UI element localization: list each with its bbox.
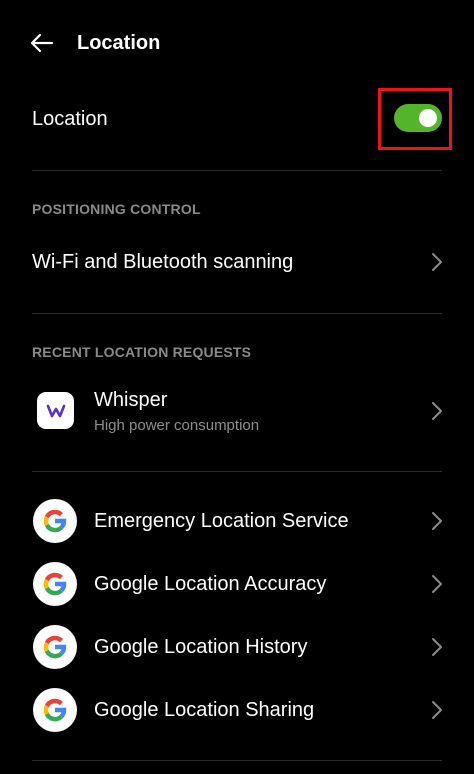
wifi-bluetooth-scanning-item[interactable]: Wi-Fi and Bluetooth scanning xyxy=(0,232,474,292)
arrow-left-icon xyxy=(30,33,54,53)
whisper-subtitle: High power consumption xyxy=(94,417,260,434)
chevron-right-icon xyxy=(432,253,442,271)
whisper-item[interactable]: Whisper High power consumption xyxy=(0,378,474,448)
whisper-app-icon xyxy=(37,392,74,429)
wifi-bluetooth-scanning-label: Wi-Fi and Bluetooth scanning xyxy=(32,251,294,273)
page-title: Location xyxy=(77,32,161,54)
location-toggle-switch[interactable] xyxy=(394,104,442,132)
google-icon xyxy=(33,625,77,669)
back-button[interactable] xyxy=(22,26,62,60)
chevron-right-icon xyxy=(432,402,442,420)
app-header: Location xyxy=(0,0,474,86)
whisper-logo-glyph xyxy=(46,404,65,417)
google-location-history-item[interactable]: Google Location History xyxy=(0,616,474,679)
section-header-positioning-control: POSITIONING CONTROL xyxy=(32,201,201,217)
google-g-glyph xyxy=(43,698,67,722)
google-icon xyxy=(33,499,77,543)
chevron-right-icon xyxy=(432,638,442,656)
google-location-sharing-item[interactable]: Google Location Sharing xyxy=(0,679,474,742)
emergency-location-service-item[interactable]: Emergency Location Service xyxy=(0,490,474,553)
google-g-glyph xyxy=(43,635,67,659)
google-location-history-label: Google Location History xyxy=(94,636,308,658)
google-location-accuracy-label: Google Location Accuracy xyxy=(94,573,327,595)
divider xyxy=(32,170,442,171)
chevron-right-icon xyxy=(432,512,442,530)
google-icon xyxy=(33,562,77,606)
google-location-sharing-label: Google Location Sharing xyxy=(94,699,315,721)
chevron-right-icon xyxy=(432,701,442,719)
toggle-knob xyxy=(419,109,437,127)
google-g-glyph xyxy=(43,509,67,533)
chevron-right-icon xyxy=(432,575,442,593)
google-location-accuracy-item[interactable]: Google Location Accuracy xyxy=(0,553,474,616)
google-icon xyxy=(33,688,77,732)
divider xyxy=(32,471,442,472)
google-g-glyph xyxy=(43,572,67,596)
divider xyxy=(32,313,442,314)
whisper-label: Whisper xyxy=(94,389,168,411)
emergency-location-service-label: Emergency Location Service xyxy=(94,510,349,532)
location-toggle-label: Location xyxy=(32,108,108,130)
location-toggle-row[interactable]: Location xyxy=(0,86,474,170)
divider xyxy=(32,760,442,761)
section-header-recent-location-requests: RECENT LOCATION REQUESTS xyxy=(32,344,252,360)
